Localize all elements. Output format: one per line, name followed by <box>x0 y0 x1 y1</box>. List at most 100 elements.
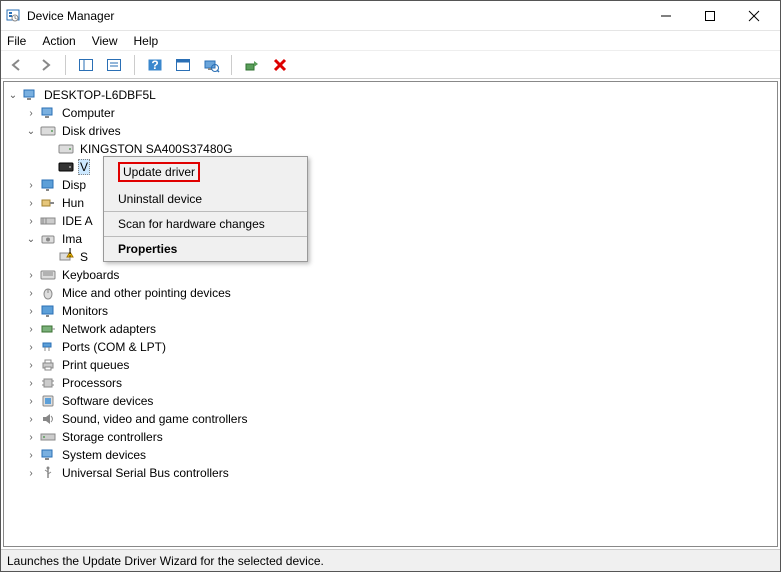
tree-node-label: IDE A <box>60 214 95 228</box>
tree-node-label: V <box>78 159 90 175</box>
chevron-right-icon[interactable]: › <box>24 324 38 335</box>
svg-text:!: ! <box>68 246 71 260</box>
system-icon <box>40 447 56 463</box>
tree-node-label: Monitors <box>60 304 110 318</box>
tree-node-usb[interactable]: › Universal Serial Bus controllers <box>6 464 775 482</box>
tree-node-label: KINGSTON SA400S37480G <box>78 142 235 156</box>
menu-help[interactable]: Help <box>134 34 159 48</box>
hid-icon <box>40 195 56 211</box>
context-menu-item-label: Properties <box>118 242 177 256</box>
tree-node-label: Network adapters <box>60 322 158 336</box>
menu-action[interactable]: Action <box>42 34 75 48</box>
help-button[interactable]: ? <box>143 53 167 77</box>
tree-node-mice[interactable]: › Mice and other pointing devices <box>6 284 775 302</box>
chevron-down-icon[interactable]: ⌄ <box>24 234 38 245</box>
context-menu-uninstall[interactable]: Uninstall device <box>104 187 307 211</box>
scan-hardware-button[interactable] <box>199 53 223 77</box>
chevron-right-icon[interactable]: › <box>24 180 38 191</box>
tree-node-monitors[interactable]: › Monitors <box>6 302 775 320</box>
tree-node-label: System devices <box>60 448 148 462</box>
tree-node-label: Ima <box>60 232 84 246</box>
properties-button[interactable] <box>102 53 126 77</box>
chevron-right-icon[interactable]: › <box>24 360 38 371</box>
tree-node-disk-drives[interactable]: ⌄ Disk drives <box>6 122 775 140</box>
port-icon <box>40 339 56 355</box>
tree-node-keyboards[interactable]: › Keyboards <box>6 266 775 284</box>
tree-node-sound[interactable]: › Sound, video and game controllers <box>6 410 775 428</box>
tree-node-storage[interactable]: › Storage controllers <box>6 428 775 446</box>
software-icon <box>40 393 56 409</box>
context-menu-update-driver[interactable]: Update driver <box>104 157 307 187</box>
window-title: Device Manager <box>27 9 644 23</box>
chevron-right-icon[interactable]: › <box>24 378 38 389</box>
tree-node-root[interactable]: ⌄ DESKTOP-L6DBF5L <box>6 86 775 104</box>
tree-node-label: Software devices <box>60 394 155 408</box>
context-menu-item-label: Uninstall device <box>118 192 202 206</box>
menu-file[interactable]: File <box>7 34 26 48</box>
maximize-button[interactable] <box>688 2 732 30</box>
monitor-icon <box>40 303 56 319</box>
disk-drive-icon <box>58 159 74 175</box>
chevron-right-icon[interactable]: › <box>24 108 38 119</box>
chevron-right-icon[interactable]: › <box>24 468 38 479</box>
chevron-right-icon[interactable]: › <box>24 414 38 425</box>
status-bar: Launches the Update Driver Wizard for th… <box>1 549 780 571</box>
disk-drive-icon <box>58 141 74 157</box>
network-icon <box>40 321 56 337</box>
menu-view[interactable]: View <box>92 34 118 48</box>
tree-node-computer[interactable]: › Computer <box>6 104 775 122</box>
uninstall-button[interactable] <box>268 53 292 77</box>
tree-node-label: Sound, video and game controllers <box>60 412 249 426</box>
keyboard-icon <box>40 267 56 283</box>
display-icon <box>40 177 56 193</box>
tree-node-label: Ports (COM & LPT) <box>60 340 168 354</box>
back-button[interactable] <box>5 53 29 77</box>
update-driver-button[interactable] <box>240 53 264 77</box>
chevron-right-icon[interactable]: › <box>24 450 38 461</box>
chevron-right-icon[interactable]: › <box>24 270 38 281</box>
chevron-right-icon[interactable]: › <box>24 198 38 209</box>
processor-icon <box>40 375 56 391</box>
tree-node-label: S <box>78 250 90 264</box>
chevron-right-icon[interactable]: › <box>24 432 38 443</box>
tree-node-ports[interactable]: › Ports (COM & LPT) <box>6 338 775 356</box>
tree-node-software[interactable]: › Software devices <box>6 392 775 410</box>
tree-node-print-queues[interactable]: › Print queues <box>6 356 775 374</box>
chevron-right-icon[interactable]: › <box>24 216 38 227</box>
context-menu-scan[interactable]: Scan for hardware changes <box>104 212 307 236</box>
imaging-icon <box>40 231 56 247</box>
warning-device-icon: ! <box>58 249 74 265</box>
chevron-down-icon[interactable]: ⌄ <box>6 90 20 101</box>
mouse-icon <box>40 285 56 301</box>
show-hide-tree-button[interactable] <box>74 53 98 77</box>
tree-node-label: Disk drives <box>60 124 123 138</box>
chevron-down-icon[interactable]: ⌄ <box>24 126 38 137</box>
action-button[interactable] <box>171 53 195 77</box>
titlebar: Device Manager <box>1 1 780 31</box>
chevron-right-icon[interactable]: › <box>24 396 38 407</box>
menubar: File Action View Help <box>1 31 780 51</box>
chevron-right-icon[interactable]: › <box>24 342 38 353</box>
context-menu-item-label: Scan for hardware changes <box>118 217 265 231</box>
forward-button[interactable] <box>33 53 57 77</box>
tree-node-system[interactable]: › System devices <box>6 446 775 464</box>
close-button[interactable] <box>732 2 776 30</box>
computer-icon <box>22 87 38 103</box>
printer-icon <box>40 357 56 373</box>
chevron-right-icon[interactable]: › <box>24 306 38 317</box>
tree-node-label: Mice and other pointing devices <box>60 286 233 300</box>
toolbar-separator <box>65 55 66 75</box>
tree-node-label: Keyboards <box>60 268 121 282</box>
context-menu-properties[interactable]: Properties <box>104 237 307 261</box>
tree-node-label: Hun <box>60 196 86 210</box>
tree-node-processors[interactable]: › Processors <box>6 374 775 392</box>
context-menu-item-label: Update driver <box>123 165 195 179</box>
tree-node-label: Print queues <box>60 358 131 372</box>
app-icon <box>5 8 21 24</box>
chevron-right-icon[interactable]: › <box>24 288 38 299</box>
context-menu: Update driver Uninstall device Scan for … <box>103 156 308 262</box>
minimize-button[interactable] <box>644 2 688 30</box>
device-tree[interactable]: ⌄ DESKTOP-L6DBF5L › Computer ⌄ Disk driv… <box>3 81 778 547</box>
tree-node-network[interactable]: › Network adapters <box>6 320 775 338</box>
sound-icon <box>40 411 56 427</box>
